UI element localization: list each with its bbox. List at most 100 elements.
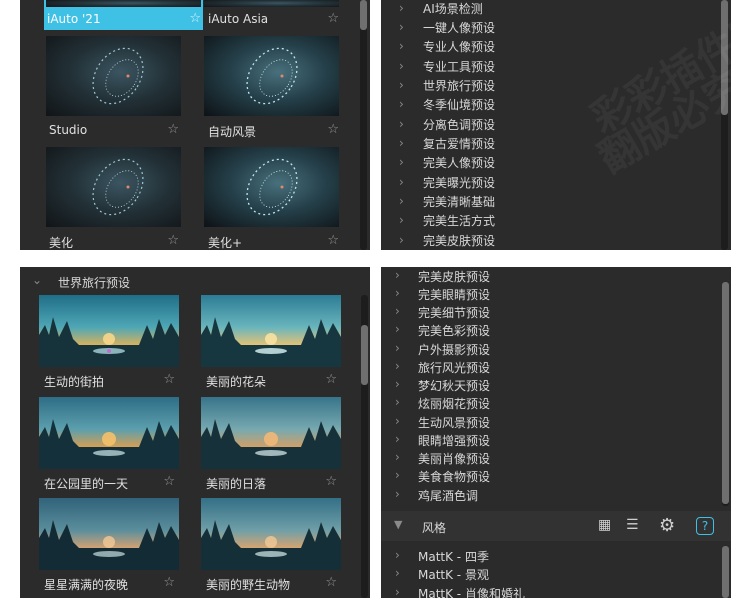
list-item[interactable]: 完美眼睛预设 xyxy=(418,286,490,303)
preset-card[interactable]: 美丽的日落 ☆ xyxy=(201,397,341,493)
list-item[interactable]: 冬季仙境预设 xyxy=(423,96,495,113)
list-item[interactable]: 世界旅行预设 xyxy=(423,77,495,94)
star-icon[interactable]: ☆ xyxy=(163,372,175,387)
chevron-right-icon[interactable]: › xyxy=(395,585,400,598)
list-item[interactable]: 完美曝光预设 xyxy=(423,174,495,191)
preset-card[interactable]: Studio ☆ xyxy=(44,36,203,140)
preset-card[interactable]: 星星满满的夜晚 ☆ xyxy=(39,498,179,594)
preset-card[interactable]: 美丽的花朵 ☆ xyxy=(201,295,341,391)
list-item[interactable]: 户外摄影预设 xyxy=(418,341,490,358)
list-item[interactable]: 完美人像预设 xyxy=(423,154,495,171)
list-item[interactable]: 眼睛增强预设 xyxy=(418,432,490,449)
list-item[interactable]: 炫丽烟花预设 xyxy=(418,395,490,412)
star-icon[interactable]: ☆ xyxy=(167,122,179,137)
list-item[interactable]: 完美色彩预设 xyxy=(418,322,490,339)
grid-view-icon[interactable]: ▦ xyxy=(598,517,611,533)
chevron-right-icon[interactable]: › xyxy=(395,322,400,336)
star-icon[interactable]: ☆ xyxy=(325,372,337,387)
star-icon[interactable]: ☆ xyxy=(325,474,337,489)
list-item[interactable]: 分离色调预设 xyxy=(423,116,495,133)
chevron-right-icon[interactable]: › xyxy=(395,395,400,409)
list-item[interactable]: MattK - 景观 xyxy=(418,566,489,583)
preset-card[interactable]: iAuto '21 ☆ xyxy=(44,0,203,30)
list-item[interactable]: 完美皮肤预设 xyxy=(423,232,495,249)
chevron-right-icon[interactable]: › xyxy=(395,566,400,580)
help-icon[interactable]: ? xyxy=(696,517,714,535)
scrollbar[interactable] xyxy=(722,546,729,598)
preset-card[interactable]: 美化 ☆ xyxy=(44,147,203,250)
triangle-down-icon[interactable]: ▼ xyxy=(394,518,402,531)
chevron-down-icon[interactable]: ⌄ xyxy=(32,273,42,287)
list-item[interactable]: 旅行风光预设 xyxy=(418,359,490,376)
chevron-right-icon[interactable]: › xyxy=(399,20,404,34)
list-item[interactable]: 复古爱情预设 xyxy=(423,135,495,152)
chevron-right-icon[interactable]: › xyxy=(399,194,404,208)
chevron-right-icon[interactable]: › xyxy=(395,268,400,282)
list-item[interactable]: 完美细节预设 xyxy=(418,304,490,321)
chevron-right-icon[interactable]: › xyxy=(395,487,400,501)
list-item[interactable]: 美丽肖像预设 xyxy=(418,450,490,467)
chevron-right-icon[interactable]: › xyxy=(399,213,404,227)
chevron-right-icon[interactable]: › xyxy=(395,432,400,446)
chevron-right-icon[interactable]: › xyxy=(395,468,400,482)
scrollbar-thumb[interactable] xyxy=(722,546,729,598)
scrollbar-thumb[interactable] xyxy=(722,282,729,504)
list-item[interactable]: 鸡尾酒色调 xyxy=(418,487,478,504)
star-icon[interactable]: ☆ xyxy=(325,575,337,590)
preset-card[interactable]: 美化+ ☆ xyxy=(204,147,363,250)
list-item[interactable]: 完美皮肤预设 xyxy=(418,268,490,285)
gear-icon[interactable]: ⚙ xyxy=(659,515,675,536)
chevron-right-icon[interactable]: › xyxy=(399,97,404,111)
style-group-header[interactable]: ▼ 风格 ▦ ☰ ⚙ ? xyxy=(381,511,731,541)
star-icon[interactable]: ☆ xyxy=(327,11,339,26)
list-item[interactable]: 专业工具预设 xyxy=(423,58,495,75)
star-icon[interactable]: ☆ xyxy=(189,11,201,26)
list-item[interactable]: MattK - 四季 xyxy=(418,548,489,565)
scrollbar[interactable] xyxy=(722,282,729,506)
scrollbar-thumb[interactable] xyxy=(360,0,367,30)
chevron-right-icon[interactable]: › xyxy=(395,359,400,373)
chevron-right-icon[interactable]: › xyxy=(399,155,404,169)
list-item[interactable]: MattK - 肖像和婚礼 xyxy=(418,585,525,598)
list-item[interactable]: 生动风景预设 xyxy=(418,414,490,431)
list-item[interactable]: 一键人像预设 xyxy=(423,19,495,36)
list-item[interactable]: 专业人像预设 xyxy=(423,38,495,55)
chevron-right-icon[interactable]: › xyxy=(395,304,400,318)
chevron-right-icon[interactable]: › xyxy=(399,78,404,92)
chevron-right-icon[interactable]: › xyxy=(399,175,404,189)
chevron-right-icon[interactable]: › xyxy=(395,341,400,355)
preset-card[interactable]: 生动的街拍 ☆ xyxy=(39,295,179,391)
scrollbar[interactable] xyxy=(360,0,367,250)
preset-card[interactable]: iAuto Asia ☆ xyxy=(204,0,363,30)
list-item[interactable]: 完美生活方式 xyxy=(423,212,495,229)
chevron-right-icon[interactable]: › xyxy=(399,117,404,131)
list-item[interactable]: 美食食物预设 xyxy=(418,468,490,485)
scrollbar[interactable] xyxy=(361,295,368,598)
chevron-right-icon[interactable]: › xyxy=(399,59,404,73)
preset-label: 美化+ xyxy=(208,236,243,250)
list-item[interactable]: 完美清晰基础 xyxy=(423,193,495,210)
group-header[interactable]: ⌄ 世界旅行预设 xyxy=(20,267,370,295)
star-icon[interactable]: ☆ xyxy=(327,122,339,137)
list-item[interactable]: AI场景检测 xyxy=(423,0,483,17)
chevron-right-icon[interactable]: › xyxy=(395,548,400,562)
scrollbar-thumb[interactable] xyxy=(361,325,368,385)
preset-thumbnail xyxy=(46,0,201,7)
star-icon[interactable]: ☆ xyxy=(167,233,179,248)
star-icon[interactable]: ☆ xyxy=(327,233,339,248)
star-icon[interactable]: ☆ xyxy=(163,474,175,489)
list-view-icon[interactable]: ☰ xyxy=(626,517,639,533)
preset-card[interactable]: 在公园里的一天 ☆ xyxy=(39,397,179,493)
preset-card[interactable]: 美丽的野生动物 ☆ xyxy=(201,498,341,594)
chevron-right-icon[interactable]: › xyxy=(399,1,404,15)
chevron-right-icon[interactable]: › xyxy=(399,233,404,247)
preset-card[interactable]: 自动风景 ☆ xyxy=(204,36,363,140)
chevron-right-icon[interactable]: › xyxy=(395,414,400,428)
chevron-right-icon[interactable]: › xyxy=(399,39,404,53)
chevron-right-icon[interactable]: › xyxy=(395,450,400,464)
chevron-right-icon[interactable]: › xyxy=(399,136,404,150)
chevron-right-icon[interactable]: › xyxy=(395,377,400,391)
list-item[interactable]: 梦幻秋天预设 xyxy=(418,377,490,394)
star-icon[interactable]: ☆ xyxy=(163,575,175,590)
chevron-right-icon[interactable]: › xyxy=(395,286,400,300)
